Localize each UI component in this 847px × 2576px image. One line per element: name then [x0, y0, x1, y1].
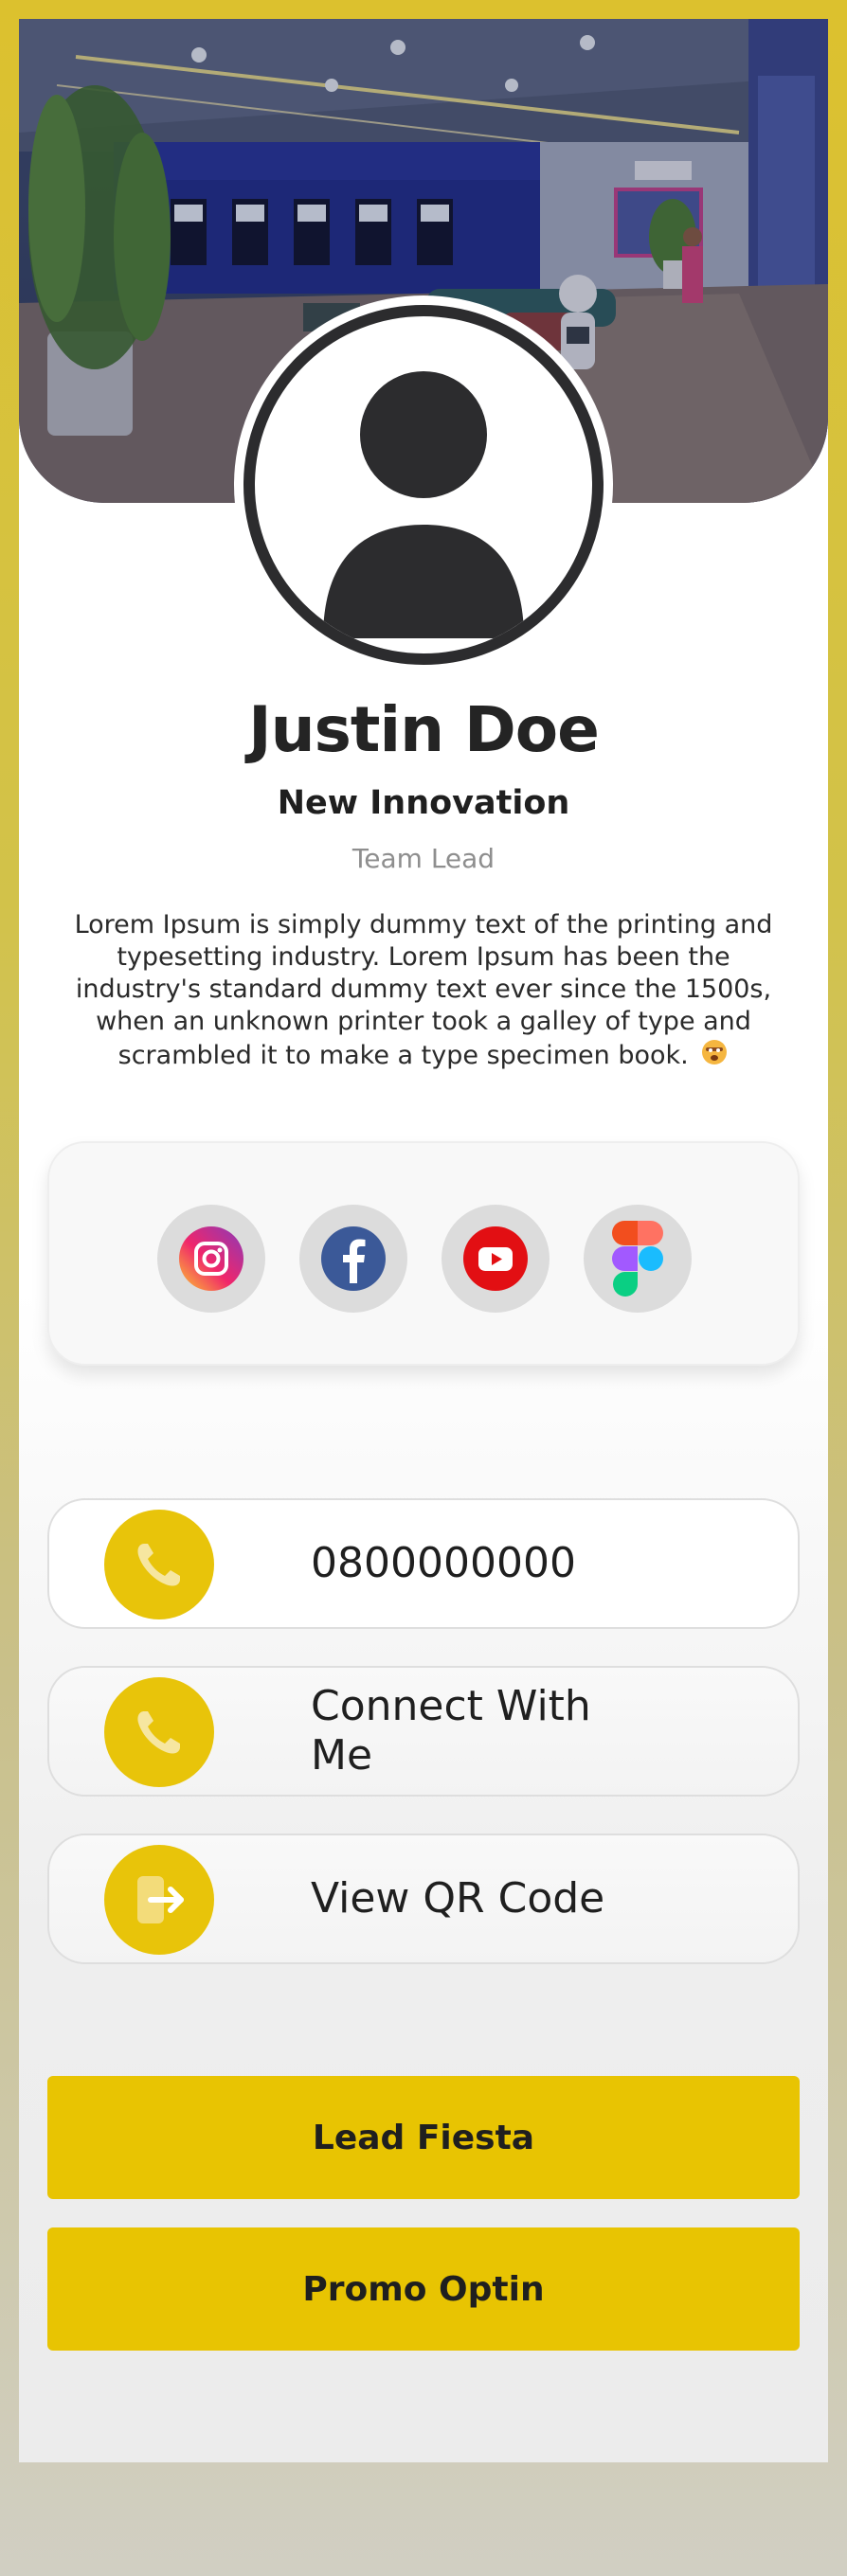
phone-action[interactable]: 0800000000	[47, 1498, 800, 1629]
bio-text: Lorem Ipsum is simply dummy text of the …	[57, 909, 790, 1075]
avatar-placeholder-icon	[243, 305, 604, 665]
instagram-link[interactable]	[157, 1205, 265, 1313]
figma-icon	[612, 1221, 663, 1297]
bio-paragraph: Lorem Ipsum is simply dummy text of the …	[74, 910, 773, 1070]
youtube-icon	[463, 1226, 528, 1291]
phone-icon	[104, 1510, 214, 1619]
emoji-face-icon	[700, 1038, 729, 1075]
qr-label: View QR Code	[311, 1874, 605, 1923]
company-name: New Innovation	[277, 784, 570, 822]
profile-card: Justin Doe New Innovation Team Lead Lore…	[19, 19, 828, 2462]
lead-fiesta-button[interactable]: Lead Fiesta	[47, 2076, 800, 2199]
social-links	[47, 1141, 800, 1366]
qr-action[interactable]: View QR Code	[47, 1834, 800, 1964]
promo-optin-button[interactable]: Promo Optin	[47, 2227, 800, 2351]
facebook-link[interactable]	[299, 1205, 407, 1313]
connect-action[interactable]: Connect With Me	[47, 1666, 800, 1797]
youtube-link[interactable]	[442, 1205, 550, 1313]
avatar	[234, 295, 613, 674]
figma-link[interactable]	[584, 1205, 692, 1313]
connect-label: Connect With Me	[311, 1682, 591, 1780]
exit-arrow-icon	[104, 1845, 214, 1955]
phone-icon	[104, 1677, 214, 1787]
profile-name: Justin Doe	[248, 693, 600, 766]
facebook-icon	[321, 1226, 386, 1291]
instagram-icon	[179, 1226, 243, 1291]
phone-number: 0800000000	[311, 1539, 576, 1587]
job-title: Team Lead	[351, 843, 496, 874]
